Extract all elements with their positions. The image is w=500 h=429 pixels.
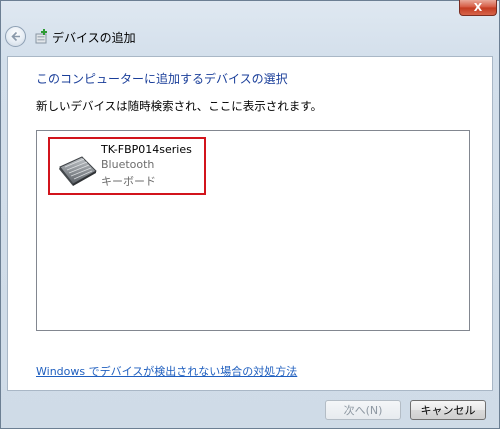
window-title: デバイスの追加 xyxy=(52,31,136,45)
device-list[interactable]: TK-FBP014series Bluetooth キーボード xyxy=(36,130,470,331)
close-button[interactable]: X xyxy=(459,0,497,16)
content-panel: このコンピューターに追加するデバイスの選択 新しいデバイスは随時検索され、ここに… xyxy=(7,56,493,391)
device-item[interactable]: TK-FBP014series Bluetooth キーボード xyxy=(48,137,206,195)
next-button[interactable]: 次へ(N) xyxy=(325,400,401,420)
button-bar: 次へ(N) キャンセル xyxy=(1,391,499,428)
page-heading: このコンピューターに追加するデバイスの選択 xyxy=(36,72,288,86)
device-name: TK-FBP014series xyxy=(101,143,192,156)
close-icon: X xyxy=(473,1,483,14)
add-device-icon xyxy=(35,29,47,44)
instruction-text: 新しいデバイスは随時検索され、ここに表示されます。 xyxy=(36,99,323,113)
cancel-button[interactable]: キャンセル xyxy=(410,400,486,420)
back-arrow-icon xyxy=(11,31,20,42)
keyboard-icon xyxy=(59,156,97,186)
device-category: キーボード xyxy=(101,175,156,188)
add-device-window: X デバイスの追加 このコンピューターに追加するデバイスの選択 新しいデバイスは… xyxy=(0,0,500,429)
titlebar: デバイスの追加 xyxy=(1,23,499,49)
device-connection-type: Bluetooth xyxy=(101,158,155,171)
back-button[interactable] xyxy=(5,26,26,47)
help-link[interactable]: Windows でデバイスが検出されない場合の対処方法 xyxy=(36,363,297,379)
